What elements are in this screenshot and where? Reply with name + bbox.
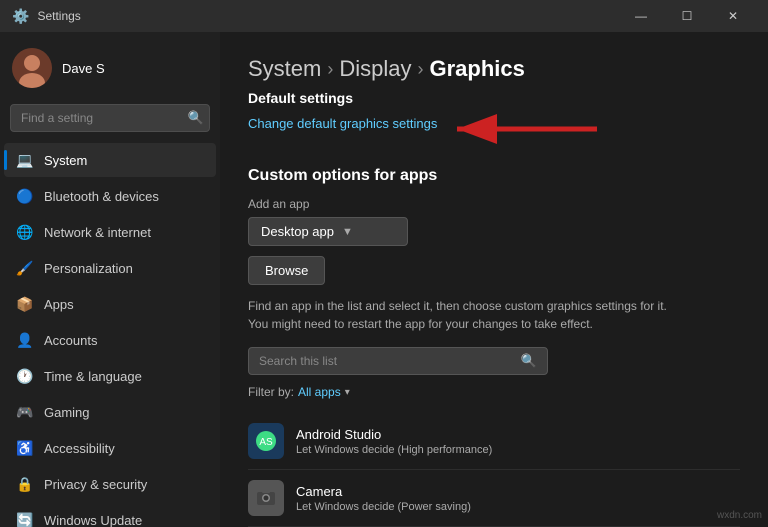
sidebar-item-label-privacy: Privacy & security [44,477,204,492]
sidebar-item-time[interactable]: 🕐 Time & language [4,359,216,393]
change-default-link[interactable]: Change default graphics settings [248,116,437,131]
desktop-app-dropdown[interactable]: Desktop app ▼ [248,217,408,246]
title-bar-title: Settings [37,9,80,23]
sidebar-item-label-gaming: Gaming [44,405,204,420]
breadcrumb-graphics: Graphics [430,56,525,82]
sidebar-item-label-apps: Apps [44,297,204,312]
maximize-button[interactable]: ☐ [664,0,710,32]
sidebar-item-label-accounts: Accounts [44,333,204,348]
sidebar-item-label-update: Windows Update [44,513,204,527]
network-icon: 🌐 [16,223,34,241]
sidebar-search-icon[interactable]: 🔍 [188,110,204,126]
title-bar-controls: — ☐ ✕ [618,0,756,32]
camera-icon [248,480,284,516]
sidebar-item-update[interactable]: 🔄 Windows Update [4,503,216,527]
android-studio-perf: Let Windows decide (High performance) [296,444,492,456]
sidebar: Dave S 🔍 💻 System 🔵 Bluetooth & devices … [0,32,220,527]
sidebar-item-system[interactable]: 💻 System [4,143,216,177]
sidebar-item-label-time: Time & language [44,369,204,384]
minimize-button[interactable]: — [618,0,664,32]
sidebar-item-bluetooth[interactable]: 🔵 Bluetooth & devices [4,179,216,213]
sidebar-item-label-system: System [44,153,204,168]
app-list: AS Android Studio Let Windows decide (Hi… [248,413,740,527]
search-list-icon: 🔍 [521,353,537,369]
bluetooth-icon: 🔵 [16,187,34,205]
browse-button[interactable]: Browse [248,256,325,285]
sidebar-item-network[interactable]: 🌐 Network & internet [4,215,216,249]
filter-label: Filter by: [248,385,294,399]
custom-options-title: Custom options for apps [248,167,740,185]
svg-text:AS: AS [259,437,273,448]
breadcrumb: System › Display › Graphics [248,56,740,82]
android-studio-info: Android Studio Let Windows decide (High … [296,427,492,456]
camera-info: Camera Let Windows decide (Power saving) [296,484,471,513]
filter-row: Filter by: All apps ▾ [248,385,740,399]
main-content: System › Display › Graphics Default sett… [220,32,768,527]
sidebar-item-privacy[interactable]: 🔒 Privacy & security [4,467,216,501]
apps-icon: 📦 [16,295,34,313]
app-body: Dave S 🔍 💻 System 🔵 Bluetooth & devices … [0,32,768,527]
sidebar-item-label-network: Network & internet [44,225,204,240]
android-studio-name: Android Studio [296,427,492,442]
add-app-label: Add an app [248,197,740,211]
sidebar-item-accounts[interactable]: 👤 Accounts [4,323,216,357]
system-icon: 💻 [16,151,34,169]
update-icon: 🔄 [16,511,34,527]
title-bar-left: ⚙️ Settings [12,8,81,25]
filter-chevron-icon: ▾ [345,387,350,398]
list-item[interactable]: Camera Let Windows decide (Power saving) [248,470,740,527]
list-item[interactable]: AS Android Studio Let Windows decide (Hi… [248,413,740,470]
title-bar: ⚙️ Settings — ☐ ✕ [0,0,768,32]
default-settings-title: Default settings [248,90,740,106]
gaming-icon: 🎮 [16,403,34,421]
personalization-icon: 🖌️ [16,259,34,277]
sidebar-item-label-personalization: Personalization [44,261,204,276]
sidebar-item-accessibility[interactable]: ♿ Accessibility [4,431,216,465]
close-button[interactable]: ✕ [710,0,756,32]
sidebar-item-label-bluetooth: Bluetooth & devices [44,189,204,204]
avatar [12,48,52,88]
dropdown-arrow-icon: ▼ [342,226,353,238]
camera-perf: Let Windows decide (Power saving) [296,501,471,513]
sidebar-item-gaming[interactable]: 🎮 Gaming [4,395,216,429]
accounts-icon: 👤 [16,331,34,349]
sidebar-search-input[interactable] [10,104,210,132]
nav-items: 💻 System 🔵 Bluetooth & devices 🌐 Network… [0,142,220,527]
user-section: Dave S [0,32,220,100]
breadcrumb-sep-2: › [418,59,424,80]
dropdown-value: Desktop app [261,224,334,239]
accessibility-icon: ♿ [16,439,34,457]
red-arrow-annotation [447,109,607,149]
user-name: Dave S [62,61,105,76]
search-list-box[interactable]: 🔍 [248,347,548,375]
change-settings-row: Change default graphics settings [248,116,740,149]
sidebar-item-personalization[interactable]: 🖌️ Personalization [4,251,216,285]
sidebar-search-box[interactable]: 🔍 [10,104,210,132]
android-studio-icon: AS [248,423,284,459]
breadcrumb-display: Display [339,56,411,82]
camera-name: Camera [296,484,471,499]
sidebar-item-apps[interactable]: 📦 Apps [4,287,216,321]
filter-value[interactable]: All apps [298,385,341,399]
breadcrumb-sep-1: › [327,59,333,80]
sidebar-item-label-accessibility: Accessibility [44,441,204,456]
search-list-input[interactable] [259,354,521,368]
app-dropdown-row: Desktop app ▼ [248,217,740,246]
privacy-icon: 🔒 [16,475,34,493]
time-icon: 🕐 [16,367,34,385]
breadcrumb-system: System [248,56,321,82]
description-text: Find an app in the list and select it, t… [248,297,668,333]
